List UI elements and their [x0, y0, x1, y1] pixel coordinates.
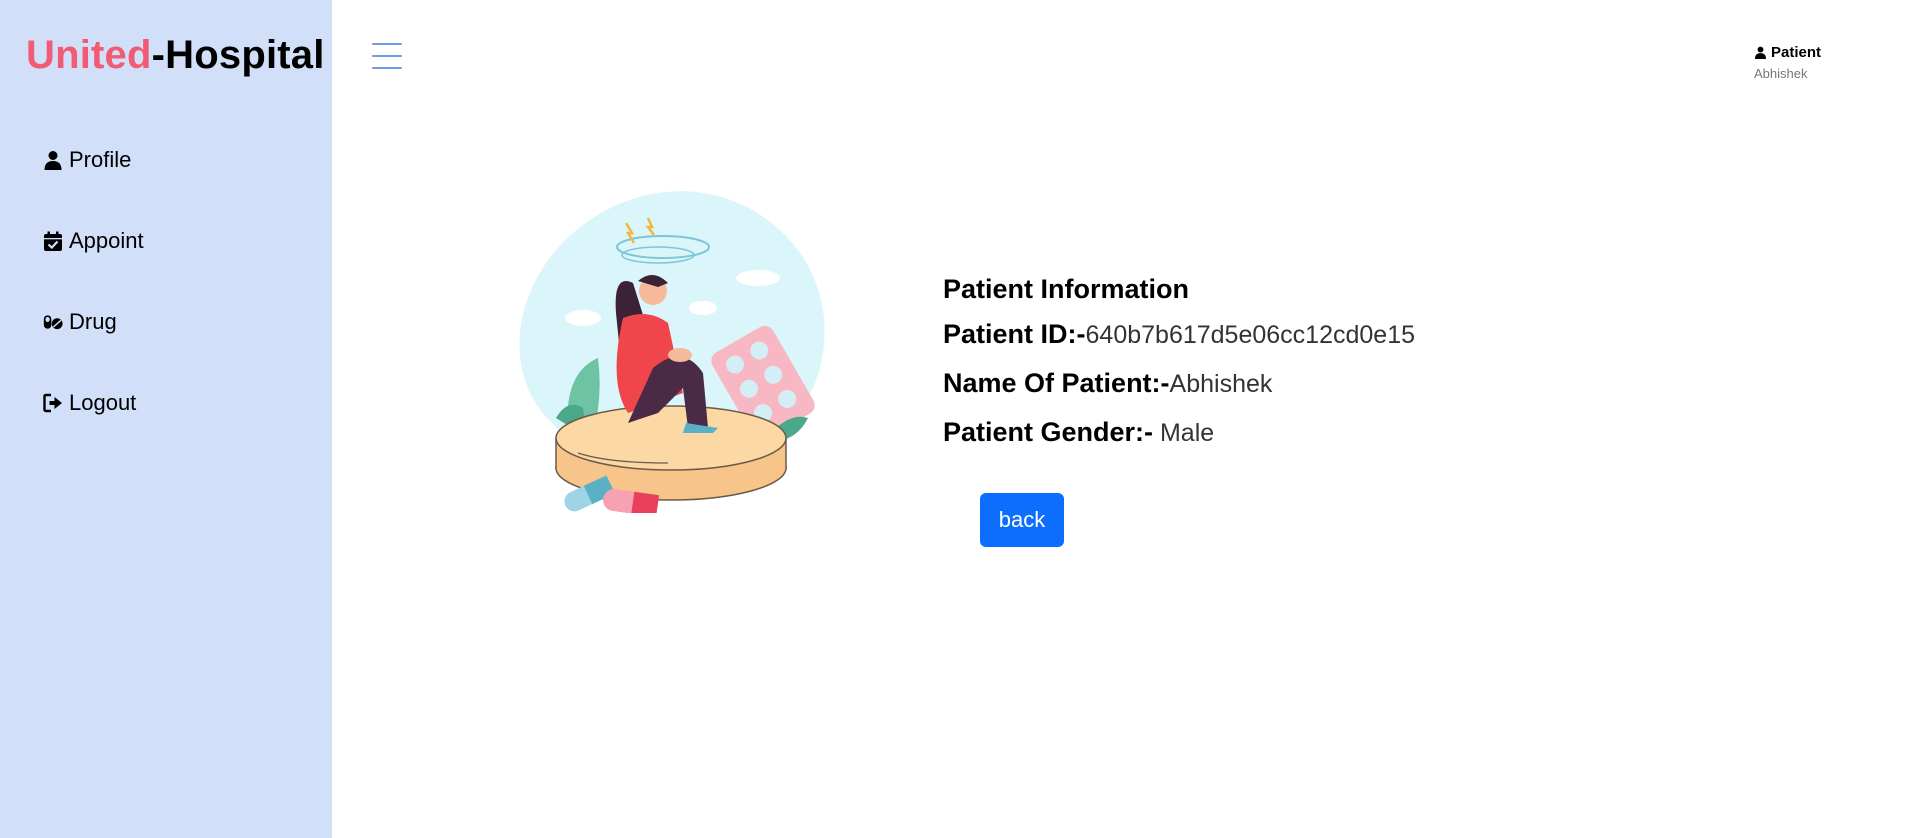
hamburger-icon[interactable]: [372, 42, 402, 70]
patient-gender-label: Patient Gender:-: [943, 417, 1154, 447]
patient-illustration: [519, 191, 825, 513]
patient-id-value: 640b7b617d5e06cc12cd0e15: [1085, 321, 1415, 349]
brand-logo[interactable]: United-Hospital: [26, 33, 325, 78]
patient-gender-value: Male: [1153, 419, 1215, 447]
sidebar-item-label: Logout: [69, 390, 137, 415]
sidebar: United-Hospital Profile Appoint Drug Log…: [0, 0, 332, 838]
hamburger-line: [372, 67, 402, 69]
user-role-label: Patient: [1771, 44, 1822, 61]
pills-icon: [42, 311, 64, 333]
patient-gender-row: Patient Gender:- Male: [943, 417, 1415, 448]
sidebar-item-label: Profile: [69, 147, 132, 172]
logout-icon: [42, 392, 64, 414]
user-role: Patient: [1754, 44, 1821, 61]
patient-name-value: Abhishek: [1169, 370, 1273, 398]
hamburger-line: [372, 55, 402, 57]
patient-id-row: Patient ID:-640b7b617d5e06cc12cd0e15: [943, 319, 1415, 350]
brand-part-united: United: [26, 33, 152, 77]
patient-info-title: Patient Information: [943, 274, 1190, 304]
user-menu[interactable]: Patient Abhishek: [1754, 44, 1821, 81]
calendar-check-icon: [42, 230, 64, 252]
user-name: Abhishek: [1754, 66, 1808, 81]
sidebar-item-drug[interactable]: Drug: [42, 305, 144, 339]
back-button[interactable]: back: [980, 493, 1064, 547]
hamburger-line: [372, 43, 402, 45]
sidebar-nav: Profile Appoint Drug Logout: [42, 143, 144, 467]
sidebar-item-label: Appoint: [69, 228, 144, 253]
sidebar-item-appoint[interactable]: Appoint: [42, 224, 144, 258]
sidebar-item-logout[interactable]: Logout: [42, 386, 144, 420]
brand-separator: -: [151, 33, 166, 77]
user-icon: [42, 149, 64, 171]
patient-info-panel: Patient Information Patient ID:-640b7b61…: [943, 274, 1415, 466]
patient-name-row: Name Of Patient:-Abhishek: [943, 368, 1415, 399]
patient-name-label: Name Of Patient:-: [943, 368, 1170, 398]
brand-part-hospital: Hospital: [165, 33, 325, 77]
patient-id-label: Patient ID:-: [943, 319, 1086, 349]
sidebar-item-profile[interactable]: Profile: [42, 143, 144, 177]
user-icon: [1754, 46, 1767, 59]
sidebar-item-label: Drug: [69, 309, 117, 334]
